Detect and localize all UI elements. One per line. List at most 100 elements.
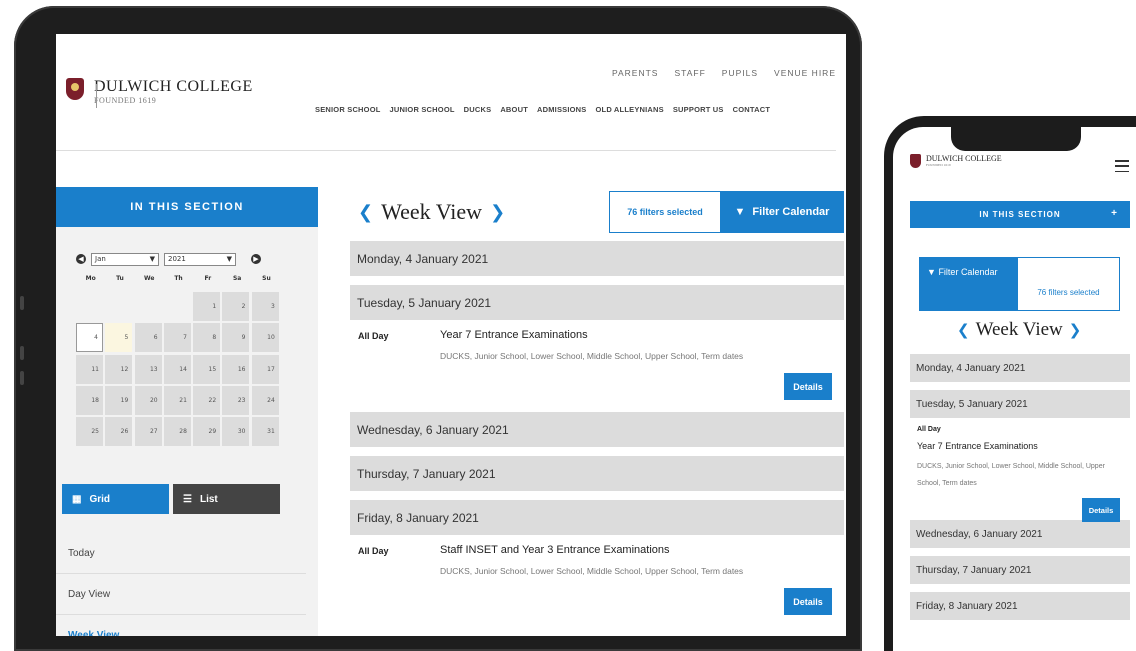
section-heading[interactable]: IN THIS SECTION	[56, 187, 318, 227]
next-week-icon[interactable]: ❯	[490, 202, 505, 223]
grid-view-button[interactable]: ▦ Grid	[62, 484, 169, 514]
day-header: Thursday, 7 January 2021	[910, 556, 1130, 584]
calendar-day[interactable]: 20	[134, 385, 162, 415]
event-details-button[interactable]: Details	[784, 373, 832, 400]
calendar-day[interactable]: 11	[76, 354, 103, 384]
calendar-day[interactable]: 6	[134, 323, 162, 353]
event-time: All Day	[358, 331, 389, 341]
calendar-day[interactable]: 15	[193, 354, 221, 384]
calendar-controls: ◀ Jan ▼ 2021 ▼ ▶	[76, 250, 288, 268]
phone-week-title: ❮ Week View ❯	[957, 319, 1081, 341]
nav-contact[interactable]: CONTACT	[733, 105, 771, 114]
calendar-day[interactable]: 12	[105, 354, 133, 384]
calendar-day[interactable]: 23	[222, 385, 250, 415]
phone-filter-calendar-button[interactable]: ▼ Filter Calendar	[919, 257, 1017, 311]
calendar-day[interactable]: 22	[193, 385, 221, 415]
sidebar-links: Today Day View Week View	[56, 533, 306, 636]
event-title[interactable]: Year 7 Entrance Examinations	[440, 329, 588, 341]
calendar-event: All Day Year 7 Entrance Examinations DUCKS…	[910, 422, 1130, 522]
nav-about[interactable]: ABOUT	[500, 105, 528, 114]
month-select[interactable]: Jan ▼	[91, 252, 159, 266]
calendar-day[interactable]: 1	[193, 292, 221, 321]
month-value: Jan	[95, 255, 106, 263]
top-nav-staff[interactable]: STAFF	[674, 68, 705, 78]
next-week-icon[interactable]: ❯	[1069, 321, 1082, 339]
tablet-side-button	[20, 296, 24, 310]
event-title[interactable]: Staff INSET and Year 3 Entrance Examinat…	[440, 544, 670, 556]
phone-device: DULWICH COLLEGE FOUNDED 1619 IN THIS SEC…	[884, 116, 1136, 651]
nav-admissions[interactable]: ADMISSIONS	[537, 105, 587, 114]
phone-screen: DULWICH COLLEGE FOUNDED 1619 IN THIS SEC…	[893, 127, 1136, 651]
weekday-label: Fr	[204, 275, 212, 282]
calendar-day[interactable]: 4	[76, 323, 103, 353]
nav-senior-school[interactable]: SENIOR SCHOOL	[315, 105, 381, 114]
prev-month-icon[interactable]: ◀	[76, 254, 86, 264]
top-nav: PARENTS STAFF PUPILS VENUE HIRE	[612, 68, 836, 78]
site-logo[interactable]: DULWICH COLLEGE FOUNDED 1619	[66, 78, 253, 105]
filters-selected[interactable]: 76 filters selected	[609, 191, 721, 233]
day-header: Friday, 8 January 2021	[910, 592, 1130, 620]
day-header: Friday, 8 January 2021	[350, 500, 844, 535]
calendar-day[interactable]: 10	[251, 323, 279, 353]
top-nav-venue-hire[interactable]: VENUE HIRE	[774, 68, 836, 78]
top-nav-parents[interactable]: PARENTS	[612, 68, 659, 78]
filter-calendar-button[interactable]: ▼ Filter Calendar	[720, 191, 844, 233]
calendar-day[interactable]: 26	[105, 417, 133, 447]
logo-founded: FOUNDED 1619	[94, 96, 157, 105]
calendar-day[interactable]: 9	[222, 323, 250, 353]
prev-week-icon[interactable]: ❮	[358, 202, 373, 223]
sidebar-item-day-view[interactable]: Day View	[56, 574, 306, 615]
college-crest-icon	[66, 78, 84, 100]
list-view-button[interactable]: ☰ List	[173, 484, 280, 514]
hamburger-menu-icon[interactable]	[1115, 160, 1129, 172]
calendar-day[interactable]: 24	[251, 385, 279, 415]
calendar-day[interactable]: 27	[134, 417, 162, 447]
calendar-day[interactable]: 21	[163, 385, 191, 415]
calendar-day[interactable]: 3	[251, 292, 279, 321]
weekday-label: Tu	[116, 275, 124, 282]
nav-junior-school[interactable]: JUNIOR SCHOOL	[390, 105, 455, 114]
list-icon: ☰	[183, 493, 192, 505]
prev-week-icon[interactable]: ❮	[957, 321, 970, 339]
calendar-blank-cell	[135, 292, 162, 321]
calendar-day[interactable]: 5	[105, 323, 133, 353]
sidebar: IN THIS SECTION ◀ Jan ▼ 2021 ▼ ▶ Mo Tu We T…	[56, 187, 318, 636]
calendar-day[interactable]: 7	[163, 323, 191, 353]
calendar-day[interactable]: 29	[193, 417, 221, 447]
calendar-day[interactable]: 16	[222, 354, 250, 384]
calendar-day[interactable]: 14	[163, 354, 191, 384]
calendar-day[interactable]: 2	[222, 292, 250, 321]
tablet-side-button	[20, 371, 24, 385]
event-title[interactable]: Year 7 Entrance Examinations	[917, 441, 1038, 451]
mini-calendar: ◀ Jan ▼ 2021 ▼ ▶ Mo Tu We Th Fr Sa Su 12345678…	[76, 250, 288, 447]
sidebar-item-today[interactable]: Today	[56, 533, 306, 574]
calendar-day[interactable]: 8	[193, 323, 221, 353]
phone-logo[interactable]: DULWICH COLLEGE FOUNDED 1619	[910, 154, 1002, 168]
phone-section-heading[interactable]: IN THIS SECTION +	[910, 201, 1130, 228]
year-select[interactable]: 2021 ▼	[164, 252, 236, 266]
calendar-day[interactable]: 18	[76, 385, 103, 415]
calendar-day[interactable]: 19	[105, 385, 133, 415]
calendar-day[interactable]: 31	[251, 417, 279, 447]
main-nav: SENIOR SCHOOL JUNIOR SCHOOL DUCKS ABOUT …	[315, 105, 770, 114]
event-details-button[interactable]: Details	[1082, 498, 1120, 522]
calendar-day[interactable]: 13	[134, 354, 162, 384]
filter-calendar-label: Filter Calendar	[752, 206, 830, 218]
chevron-down-icon: ▼	[226, 255, 232, 263]
calendar-day[interactable]: 28	[163, 417, 191, 447]
sidebar-item-week-view[interactable]: Week View	[56, 615, 306, 637]
plus-icon: +	[1111, 208, 1118, 219]
calendar-day[interactable]: 17	[251, 354, 279, 384]
week-title: ❮ Week View ❯	[358, 199, 505, 225]
top-nav-pupils[interactable]: PUPILS	[722, 68, 758, 78]
calendar-day[interactable]: 30	[222, 417, 250, 447]
next-month-icon[interactable]: ▶	[251, 254, 261, 264]
nav-old-alleynians[interactable]: OLD ALLEYNIANS	[596, 105, 664, 114]
nav-ducks[interactable]: DUCKS	[464, 105, 492, 114]
event-time: All Day	[917, 426, 941, 433]
nav-support-us[interactable]: SUPPORT US	[673, 105, 724, 114]
event-details-button[interactable]: Details	[784, 588, 832, 615]
phone-filters-selected[interactable]: 76 filters selected	[1017, 257, 1120, 311]
calendar-day[interactable]: 25	[76, 417, 103, 447]
weekday-label: Mo	[85, 275, 96, 282]
